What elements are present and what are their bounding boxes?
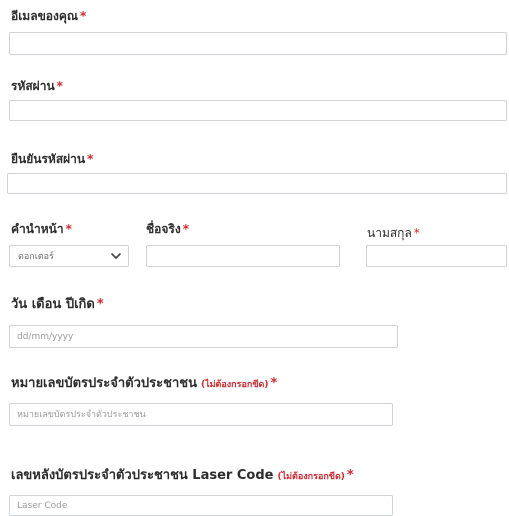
- email-label: อีเมลของคุณ *: [11, 9, 87, 23]
- laser-code-field[interactable]: [9, 495, 393, 516]
- birthdate-field[interactable]: [9, 325, 398, 348]
- required-mark: *: [65, 222, 72, 236]
- required-mark: *: [80, 9, 87, 23]
- required-mark: *: [56, 79, 63, 93]
- last-name-field[interactable]: [366, 245, 507, 267]
- required-mark: *: [413, 226, 420, 240]
- password-label: รหัสผ่าน *: [11, 79, 63, 93]
- required-mark: *: [87, 152, 94, 166]
- no-dash-hint: (ไม่ต้องกรอกขีด): [277, 472, 345, 482]
- required-mark: *: [346, 468, 354, 483]
- email-field[interactable]: [9, 32, 507, 55]
- chevron-down-icon: [111, 251, 121, 261]
- confirm-password-label: ยืนยันรหัสผ่าน *: [11, 152, 94, 166]
- no-dash-hint: (ไม่ต้องกรอกขีด): [200, 380, 269, 390]
- first-name-field[interactable]: [146, 245, 340, 267]
- required-mark: *: [96, 297, 104, 312]
- confirm-password-field[interactable]: [7, 173, 507, 194]
- title-select-value: ดอกเตอร์: [18, 252, 54, 262]
- last-name-label: นามสกุล *: [367, 226, 420, 240]
- registration-form: อีเมลของคุณ * รหัสผ่าน * ยืนยันรหัสผ่าน * ค…: [0, 0, 509, 516]
- birthdate-label: วัน เดือน ปีเกิด *: [11, 297, 104, 312]
- laser-code-label: เลขหลังบัตรประจำตัวประชาชน Laser Code (ไม…: [11, 468, 354, 483]
- title-label: คำนำหน้า *: [11, 222, 72, 236]
- required-mark: *: [270, 376, 278, 391]
- required-mark: *: [182, 222, 189, 236]
- title-select[interactable]: ดอกเตอร์: [9, 245, 129, 267]
- password-field[interactable]: [9, 100, 507, 121]
- id-card-field[interactable]: [9, 403, 393, 426]
- id-card-label: หมายเลขบัตรประจำตัวประชาชน (ไม่ต้องกรอกขี…: [11, 376, 278, 391]
- first-name-label: ชื่อจริง *: [146, 222, 189, 236]
